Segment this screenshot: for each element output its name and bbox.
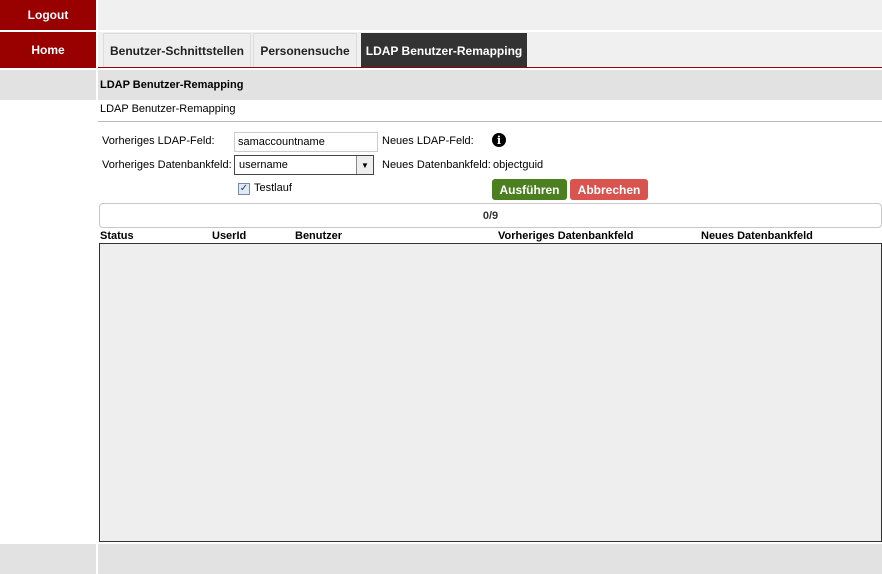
prev-ldap-input[interactable]	[234, 132, 378, 152]
logout-button[interactable]: Logout	[0, 0, 96, 30]
column-header-status: Status	[100, 230, 134, 242]
tab-ldap-benutzer-remapping[interactable]: LDAP Benutzer-Remapping	[361, 33, 527, 67]
progress-text: 0/9	[482, 209, 499, 222]
sidebar: Logout Home	[0, 0, 96, 574]
home-button[interactable]: Home	[0, 32, 96, 68]
column-header-userid: UserId	[212, 230, 247, 242]
top-bar	[98, 0, 882, 30]
prev-db-select-value: username	[239, 159, 288, 171]
sidebar-spacer	[0, 70, 96, 100]
divider	[98, 121, 882, 122]
sidebar-footer	[0, 544, 96, 574]
prev-db-label: Vorheriges Datenbankfeld:	[102, 159, 232, 171]
column-header-new-db-field: Neues Datenbankfeld	[701, 230, 813, 242]
testrun-label: Testlauf	[254, 182, 292, 194]
tab-bar: Benutzer-Schnittstellen Personensuche LD…	[98, 32, 882, 68]
info-icon[interactable]: i	[492, 133, 506, 147]
page-title: LDAP Benutzer-Remapping	[98, 70, 882, 100]
column-header-prev-db-field: Vorheriges Datenbankfeld	[498, 230, 634, 242]
testrun-checkbox[interactable]: ✓	[238, 183, 250, 195]
run-button[interactable]: Ausführen	[492, 179, 567, 200]
new-ldap-label: Neues LDAP-Feld:	[382, 135, 474, 147]
results-list[interactable]	[99, 243, 882, 542]
footer-bar	[98, 544, 882, 574]
cancel-button[interactable]: Abbrechen	[570, 179, 648, 200]
chevron-down-icon[interactable]: ▼	[356, 156, 373, 174]
tab-personensuche[interactable]: Personensuche	[253, 33, 357, 67]
prev-db-select[interactable]: username ▼	[234, 155, 374, 175]
prev-ldap-label: Vorheriges LDAP-Feld:	[102, 135, 215, 147]
progress-bar: 0/9	[99, 203, 882, 228]
new-db-label: Neues Datenbankfeld:	[382, 159, 491, 171]
tab-benutzer-schnittstellen[interactable]: Benutzer-Schnittstellen	[103, 33, 251, 67]
column-header-benutzer: Benutzer	[295, 230, 343, 242]
new-db-value: objectguid	[493, 159, 544, 171]
section-title: LDAP Benutzer-Remapping	[100, 103, 236, 115]
